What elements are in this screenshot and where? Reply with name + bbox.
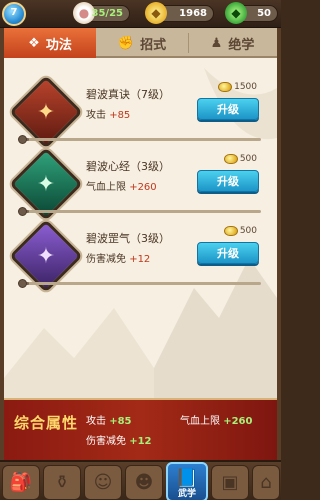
jade-icon: ◆	[225, 2, 247, 24]
gold-ingot-icon	[223, 154, 238, 164]
companion-icon: ☻	[134, 472, 154, 493]
bag-icon: 🎒	[9, 472, 33, 493]
nav-hero[interactable]: ☺	[84, 465, 122, 500]
master-icon: ♟	[210, 35, 223, 51]
hero-icon: ☺	[93, 472, 113, 493]
skill-progress-bar	[24, 282, 261, 285]
top-resource-bar: 7 ● 35/25 ◆ 1968 ◆ 50	[0, 0, 281, 28]
skill-name: 碧波心经（3级）	[86, 160, 170, 173]
total-attributes-bar: 综合属性 攻击 +85 气血上限 +260 伤害减免 +12	[4, 398, 277, 460]
summary-reduction-label: 伤害减免	[86, 436, 126, 447]
skill-effect-label: 气血上限	[86, 182, 126, 193]
upgrade-cost: 500	[223, 154, 257, 164]
treasure-pot-icon: ⚱	[54, 472, 70, 493]
nav-shop[interactable]: ⌂	[252, 465, 280, 500]
tab-juexue[interactable]: ♟ 绝学	[188, 28, 277, 58]
summary-reduction-value: +12	[129, 436, 152, 447]
martial-scroll-icon: ❖	[28, 35, 40, 51]
gold-resource[interactable]: ◆ 1968	[145, 2, 214, 24]
nav-martial-arts-label: 武学	[177, 489, 196, 499]
upgrade-button[interactable]: 升级	[197, 170, 259, 192]
skill-progress-bar	[24, 138, 261, 141]
gold-ingot-icon: ◆	[145, 2, 167, 24]
skill-card-bibo-zhenjue: ✦ 碧波真诀（7级） 攻击 +85 1500 升级	[9, 75, 267, 149]
tab-bar: ❖ 功法 ✊ 招式 ♟ 绝学	[4, 28, 277, 58]
tab-juexue-label: 绝学	[228, 37, 255, 53]
skill-progress-bar	[24, 210, 261, 213]
skill-effect-label: 伤害减免	[86, 254, 126, 265]
shop-icon: ⌂	[260, 472, 272, 493]
gold-ingot-icon	[223, 226, 238, 236]
gold-ingot-icon	[218, 82, 233, 92]
tab-zhaoshi-label: 招式	[140, 37, 167, 53]
bottom-navigation: 🎒 ⚱ ☺ ☻ 📘 武学 ▣ ⌂	[0, 460, 281, 500]
jade-resource[interactable]: ◆ 50	[225, 2, 278, 24]
storage-icon: ▣	[221, 472, 239, 493]
upgrade-cost: 500	[223, 226, 257, 236]
upgrade-cost: 1500	[218, 82, 257, 92]
skill-name: 碧波真诀（7级）	[86, 88, 170, 101]
skill-effect-value: +12	[129, 254, 151, 265]
skill-effect: 气血上限 +260	[86, 178, 157, 193]
summary-attack-label: 攻击	[86, 416, 106, 427]
summary-attack: 攻击 +85	[86, 412, 131, 427]
stamina-resource[interactable]: ● 35/25	[73, 2, 130, 24]
summary-reduction: 伤害减免 +12	[86, 432, 151, 447]
skill-effect-value: +85	[109, 110, 131, 121]
progress-knob-icon	[18, 279, 27, 288]
progress-knob-icon	[18, 135, 27, 144]
summary-hp: 气血上限 +260	[180, 412, 252, 427]
skill-name: 碧波罡气（3级）	[86, 232, 170, 245]
progress-knob-icon	[18, 207, 27, 216]
player-level: 7	[10, 7, 18, 18]
jade-value: 50	[257, 8, 271, 19]
skill-card-bibo-gangqi: ✦ 碧波罡气（3级） 伤害减免 +12 500 升级	[9, 219, 267, 293]
fist-icon: ✊	[117, 35, 135, 51]
upgrade-cost-value: 500	[239, 154, 257, 164]
nav-bag[interactable]: 🎒	[2, 465, 40, 500]
summary-title: 综合属性	[14, 414, 79, 432]
summary-hp-value: +260	[223, 416, 253, 427]
tab-gongfa[interactable]: ❖ 功法	[4, 28, 96, 58]
tab-gongfa-label: 功法	[45, 37, 72, 53]
skill-effect: 伤害减免 +12	[86, 250, 150, 265]
nav-companion[interactable]: ☻	[125, 465, 163, 500]
summary-attack-value: +85	[109, 416, 132, 427]
upgrade-cost-value: 500	[239, 226, 257, 236]
stamina-value: 35/25	[91, 8, 123, 19]
nav-martial-arts[interactable]: 📘 武学	[166, 462, 208, 500]
nav-treasure[interactable]: ⚱	[43, 465, 81, 500]
skill-effect-label: 攻击	[86, 110, 106, 121]
nav-storage[interactable]: ▣	[211, 465, 249, 500]
skill-effect-value: +260	[129, 182, 157, 193]
player-level-badge[interactable]: 7	[2, 2, 26, 26]
summary-hp-label: 气血上限	[180, 416, 220, 427]
skill-effect: 攻击 +85	[86, 106, 130, 121]
skill-card-bibo-xinjing: ✦ 碧波心经（3级） 气血上限 +260 500 升级	[9, 147, 267, 221]
gold-value: 1968	[179, 8, 207, 19]
upgrade-button[interactable]: 升级	[197, 98, 259, 120]
martial-arts-panel: ❖ 功法 ✊ 招式 ♟ 绝学 ✦ 碧波真诀（7级） 攻击 +85 1500 升级	[0, 28, 281, 460]
upgrade-button[interactable]: 升级	[197, 242, 259, 264]
upgrade-cost-value: 1500	[234, 82, 257, 92]
tab-zhaoshi[interactable]: ✊ 招式	[96, 28, 188, 58]
